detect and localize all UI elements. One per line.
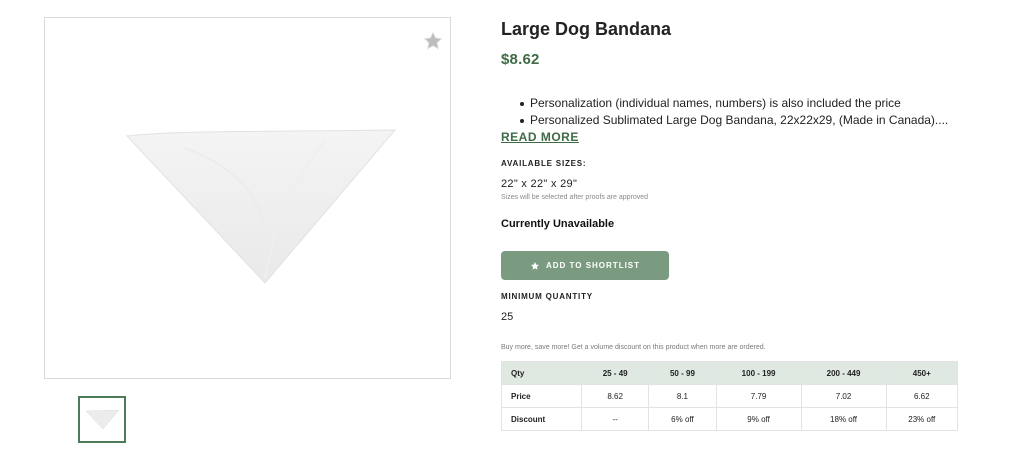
availability-status: Currently Unavailable xyxy=(501,218,615,230)
product-description: Personalization (individual names, numbe… xyxy=(501,95,971,129)
bandana-thumbnail-image xyxy=(86,410,119,430)
product-image-main[interactable] xyxy=(44,17,451,379)
favorite-star-icon[interactable] xyxy=(422,30,444,52)
table-cell: 18% off xyxy=(800,407,887,431)
table-cell: 8.62 xyxy=(580,384,650,408)
add-to-shortlist-label: ADD TO SHORTLIST xyxy=(545,261,641,270)
read-more-link[interactable]: READ MORE xyxy=(501,130,579,144)
sizes-note: Sizes will be selected after proofs are … xyxy=(501,194,649,201)
table-cell: 7.02 xyxy=(800,384,887,408)
star-icon xyxy=(530,261,540,271)
table-cell: Price xyxy=(501,384,582,408)
table-cell: 23% off xyxy=(885,407,959,431)
table-row: Price 8.62 8.1 7.79 7.02 6.62 xyxy=(501,384,959,408)
table-cell: 6% off xyxy=(648,407,717,431)
table-header-cell: 100 - 199 xyxy=(715,361,802,385)
description-bullet: Personalized Sublimated Large Dog Bandan… xyxy=(501,112,971,129)
table-header-cell: 450+ xyxy=(885,361,959,385)
table-cell: -- xyxy=(580,407,650,431)
available-sizes-value: 22" x 22" x 29" xyxy=(501,178,578,190)
table-header-cell: 200 - 449 xyxy=(800,361,887,385)
minimum-quantity-label: MINIMUM QUANTITY xyxy=(501,292,593,301)
table-header-row: Qty 25 - 49 50 - 99 100 - 199 200 - 449 … xyxy=(501,361,959,385)
volume-pricing-table: Qty 25 - 49 50 - 99 100 - 199 200 - 449 … xyxy=(501,361,959,431)
table-cell: 8.1 xyxy=(648,384,717,408)
table-cell: 7.79 xyxy=(715,384,802,408)
table-row: Discount -- 6% off 9% off 18% off 23% of… xyxy=(501,407,959,431)
product-title: Large Dog Bandana xyxy=(501,19,672,39)
table-cell: 9% off xyxy=(715,407,802,431)
table-header-cell: Qty xyxy=(501,361,582,385)
minimum-quantity-value: 25 xyxy=(501,311,514,323)
volume-discount-note: Buy more, save more! Get a volume discou… xyxy=(501,344,766,351)
description-bullet: Personalization (individual names, numbe… xyxy=(501,95,971,112)
table-header-cell: 50 - 99 xyxy=(648,361,717,385)
available-sizes-label: AVAILABLE SIZES: xyxy=(501,159,587,168)
bandana-image xyxy=(125,129,397,284)
product-price: $8.62 xyxy=(501,51,540,68)
table-header-cell: 25 - 49 xyxy=(580,361,650,385)
product-thumbnail[interactable] xyxy=(78,396,126,443)
add-to-shortlist-button[interactable]: ADD TO SHORTLIST xyxy=(501,251,669,280)
table-cell: Discount xyxy=(501,407,582,431)
table-cell: 6.62 xyxy=(885,384,959,408)
